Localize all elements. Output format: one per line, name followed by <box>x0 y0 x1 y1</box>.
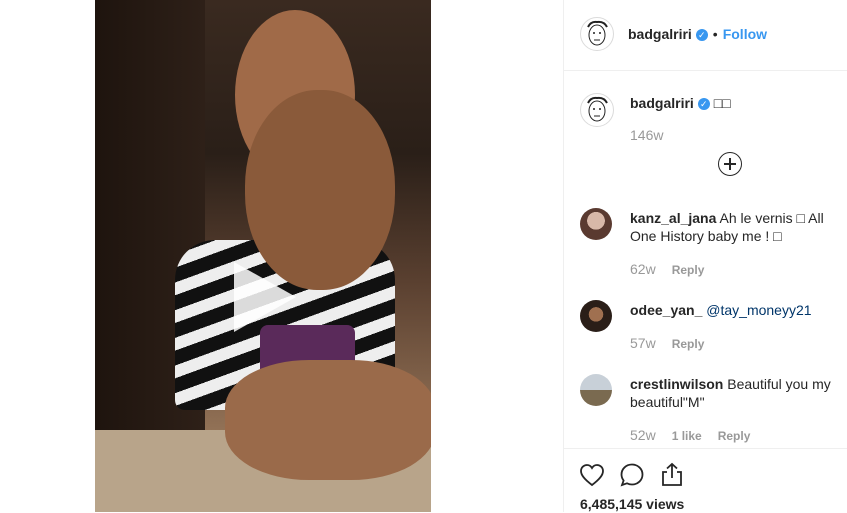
load-more-comments-icon[interactable] <box>718 152 742 176</box>
sketch-face-icon <box>587 96 608 122</box>
comment-body: odee_yan_ @tay_moneyy21 <box>630 301 845 319</box>
comment-likes[interactable]: 1 like <box>672 429 702 443</box>
comment-username[interactable]: crestlinwilson <box>630 376 723 392</box>
post-sidebar: badgalriri ✓ • Follow badgalriri ✓ □□ 146w k… <box>563 0 847 512</box>
reply-button[interactable]: Reply <box>718 429 751 443</box>
video-player[interactable] <box>95 0 431 512</box>
comment-body: crestlinwilson Beautiful you my beautifu… <box>630 375 845 411</box>
action-bar: 6,485,145 views <box>564 448 847 513</box>
comment-username[interactable]: kanz_al_jana <box>630 210 716 226</box>
caption-avatar[interactable] <box>580 93 614 127</box>
author-username[interactable]: badgalriri <box>628 26 692 42</box>
separator-dot: • <box>712 26 718 42</box>
comment-meta: 57w Reply <box>630 335 704 351</box>
follow-button[interactable]: Follow <box>723 26 767 42</box>
post-media <box>0 0 563 512</box>
share-icon[interactable] <box>658 461 686 489</box>
author-avatar[interactable] <box>580 17 614 51</box>
video-frame-child <box>245 90 395 290</box>
commenter-avatar[interactable] <box>580 208 612 240</box>
view-count[interactable]: 6,485,145 views <box>580 496 684 512</box>
play-icon[interactable] <box>234 262 296 332</box>
video-frame-hands <box>225 360 431 480</box>
comment-time[interactable]: 62w <box>630 261 656 277</box>
sketch-face-icon <box>587 20 608 46</box>
comment-username[interactable]: odee_yan_ <box>630 302 702 318</box>
reply-button[interactable]: Reply <box>672 337 705 351</box>
post-header: badgalriri ✓ • Follow <box>564 0 847 71</box>
verified-badge-icon: ✓ <box>695 28 708 41</box>
caption: badgalriri ✓ □□ <box>630 94 731 112</box>
comment-icon[interactable] <box>618 461 646 489</box>
caption-meta: 146w <box>630 127 663 143</box>
caption-username[interactable]: badgalriri <box>630 95 694 111</box>
reply-button[interactable]: Reply <box>672 263 705 277</box>
comment-body: kanz_al_jana Ah le vernis □ All One Hist… <box>630 209 845 245</box>
commenter-avatar[interactable] <box>580 300 612 332</box>
verified-badge-icon: ✓ <box>697 98 710 111</box>
comment-time[interactable]: 57w <box>630 335 656 351</box>
comment-time[interactable]: 52w <box>630 427 656 443</box>
comment-meta: 62w Reply <box>630 261 704 277</box>
comment-meta: 52w 1 like Reply <box>630 427 750 443</box>
heart-icon[interactable] <box>578 461 606 489</box>
caption-text: □□ <box>713 95 731 111</box>
caption-time[interactable]: 146w <box>630 127 663 143</box>
commenter-avatar[interactable] <box>580 374 612 406</box>
header-author-line: badgalriri ✓ • Follow <box>628 26 767 44</box>
comment-mention-link[interactable]: @tay_moneyy21 <box>706 302 811 318</box>
